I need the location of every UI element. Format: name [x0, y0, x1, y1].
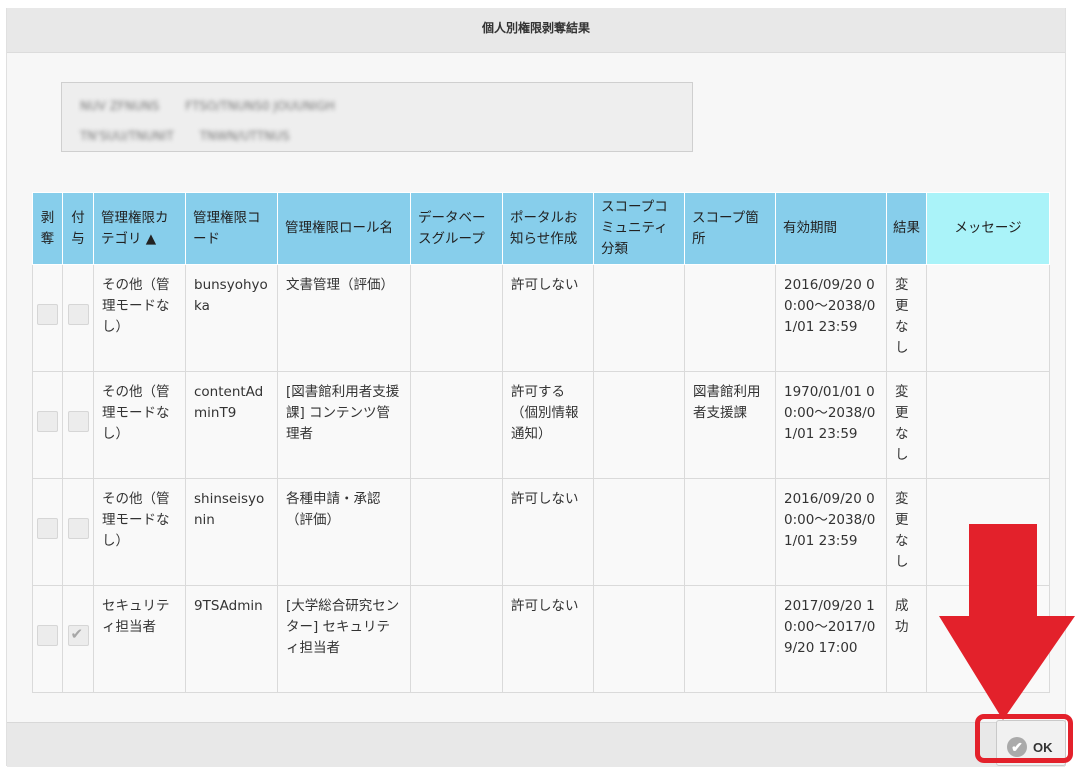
- period-cell: 1970/01/01 00:00～2038/01/01 23:59: [775, 371, 887, 479]
- portal-cell: 許可する（個別情報通知）: [502, 371, 594, 479]
- revoke-checkbox[interactable]: [37, 625, 58, 646]
- result-cell: 変更なし: [886, 371, 927, 479]
- revoke-checkbox[interactable]: [37, 518, 58, 539]
- revoke-cell: [32, 371, 63, 479]
- col-header-revoke: 剥奪: [32, 192, 63, 265]
- dbgroup-cell: [410, 478, 503, 586]
- permission-result-table: 剥奪 付与 管理権限カテゴリ ▲ 管理権限コード 管理権限ロール名 データベース…: [32, 192, 1050, 693]
- revoke-result-dialog: 個人別権限剥奪結果 NUV ZFNUNS FTSO/TNUNS0 JOUUNIGH…: [6, 8, 1066, 767]
- table-row: ✔ セキュリティ担当者 9TSAdmin [大学総合研究センター] セキュリティ…: [32, 585, 1050, 693]
- grant-checkbox[interactable]: ✔: [67, 625, 89, 646]
- grant-cell: [62, 264, 94, 372]
- col-header-dbgroup[interactable]: データベースグループ: [410, 192, 503, 265]
- revoke-checkbox[interactable]: [37, 411, 58, 432]
- col-header-scope-community[interactable]: スコープコミュニティ分類: [593, 192, 685, 265]
- grant-checkbox[interactable]: [67, 411, 89, 432]
- role-cell: 文書管理（評価）: [277, 264, 411, 372]
- category-cell: その他（管理モードなし）: [93, 478, 186, 586]
- revoke-cell: [32, 585, 63, 693]
- portal-cell: 許可しない: [502, 478, 594, 586]
- portal-cell: 許可しない: [502, 264, 594, 372]
- user-info-line-1: NUV ZFNUNS FTSO/TNUNS0 JOUUNIGH: [80, 99, 335, 113]
- period-cell: 2017/09/20 10:00～2017/09/20 17:00: [775, 585, 887, 693]
- scope-community-cell: [593, 264, 685, 372]
- category-cell: その他（管理モードなし）: [93, 371, 186, 479]
- col-header-scope-place[interactable]: スコープ箇所: [684, 192, 776, 265]
- col-header-message: メッセージ: [926, 192, 1050, 265]
- period-cell: 2016/09/20 00:00～2038/01/01 23:59: [775, 478, 887, 586]
- col-header-code[interactable]: 管理権限コード: [185, 192, 278, 265]
- scope-community-cell: [593, 371, 685, 479]
- scope-place-cell: [684, 585, 776, 693]
- grant-checkbox[interactable]: [67, 518, 89, 539]
- result-cell: 変更なし: [886, 478, 927, 586]
- scope-community-cell: [593, 585, 685, 693]
- grant-cell: [62, 371, 94, 479]
- scope-place-cell: [684, 478, 776, 586]
- table-row: その他（管理モードなし） shinseisyonin 各種申請・承認（評価） 許…: [32, 478, 1050, 586]
- col-header-result: 結果: [886, 192, 927, 265]
- user-info-box: NUV ZFNUNS FTSO/TNUNS0 JOUUNIGH TN'SUU/TN…: [61, 82, 693, 152]
- red-highlight-box: [975, 714, 1073, 763]
- code-cell: shinseisyonin: [185, 478, 278, 586]
- col-header-period[interactable]: 有効期間: [775, 192, 887, 265]
- message-cell: [926, 264, 1050, 372]
- checkmark-icon: ✔: [70, 625, 84, 643]
- col-header-portal[interactable]: ポータルお知らせ作成: [502, 192, 594, 265]
- dbgroup-cell: [410, 264, 503, 372]
- dbgroup-cell: [410, 585, 503, 693]
- code-cell: bunsyohyoka: [185, 264, 278, 372]
- role-cell: [図書館利用者支援課] コンテンツ管理者: [277, 371, 411, 479]
- scope-place-cell: [684, 264, 776, 372]
- period-cell: 2016/09/20 00:00～2038/01/01 23:59: [775, 264, 887, 372]
- code-cell: 9TSAdmin: [185, 585, 278, 693]
- user-info-line-2: TN'SUU/TNUNIT TNWN/UTTNUS: [80, 129, 290, 143]
- revoke-cell: [32, 478, 63, 586]
- scope-community-cell: [593, 478, 685, 586]
- role-cell: [大学総合研究センター] セキュリティ担当者: [277, 585, 411, 693]
- dbgroup-cell: [410, 371, 503, 479]
- grant-checkbox[interactable]: [67, 304, 89, 325]
- table-row: その他（管理モードなし） bunsyohyoka 文書管理（評価） 許可しない …: [32, 264, 1050, 372]
- message-cell: [926, 371, 1050, 479]
- table-row: その他（管理モードなし） contentAdminT9 [図書館利用者支援課] …: [32, 371, 1050, 479]
- col-header-category[interactable]: 管理権限カテゴリ ▲: [93, 192, 186, 265]
- table-header-row: 剥奪 付与 管理権限カテゴリ ▲ 管理権限コード 管理権限ロール名 データベース…: [32, 192, 1050, 265]
- result-cell: 変更なし: [886, 264, 927, 372]
- grant-cell: ✔: [62, 585, 94, 693]
- col-header-grant: 付与: [62, 192, 94, 265]
- grant-cell: [62, 478, 94, 586]
- revoke-checkbox[interactable]: [37, 304, 58, 325]
- category-cell: セキュリティ担当者: [93, 585, 186, 693]
- code-cell: contentAdminT9: [185, 371, 278, 479]
- portal-cell: 許可しない: [502, 585, 594, 693]
- dialog-footer: [7, 722, 1065, 767]
- revoke-cell: [32, 264, 63, 372]
- red-down-arrow-annotation: [939, 524, 1075, 720]
- role-cell: 各種申請・承認（評価）: [277, 478, 411, 586]
- result-cell: 成功: [886, 585, 927, 693]
- scope-place-cell: 図書館利用者支援課: [684, 371, 776, 479]
- dialog-title: 個人別権限剥奪結果: [7, 8, 1065, 53]
- col-header-role[interactable]: 管理権限ロール名: [277, 192, 411, 265]
- category-cell: その他（管理モードなし）: [93, 264, 186, 372]
